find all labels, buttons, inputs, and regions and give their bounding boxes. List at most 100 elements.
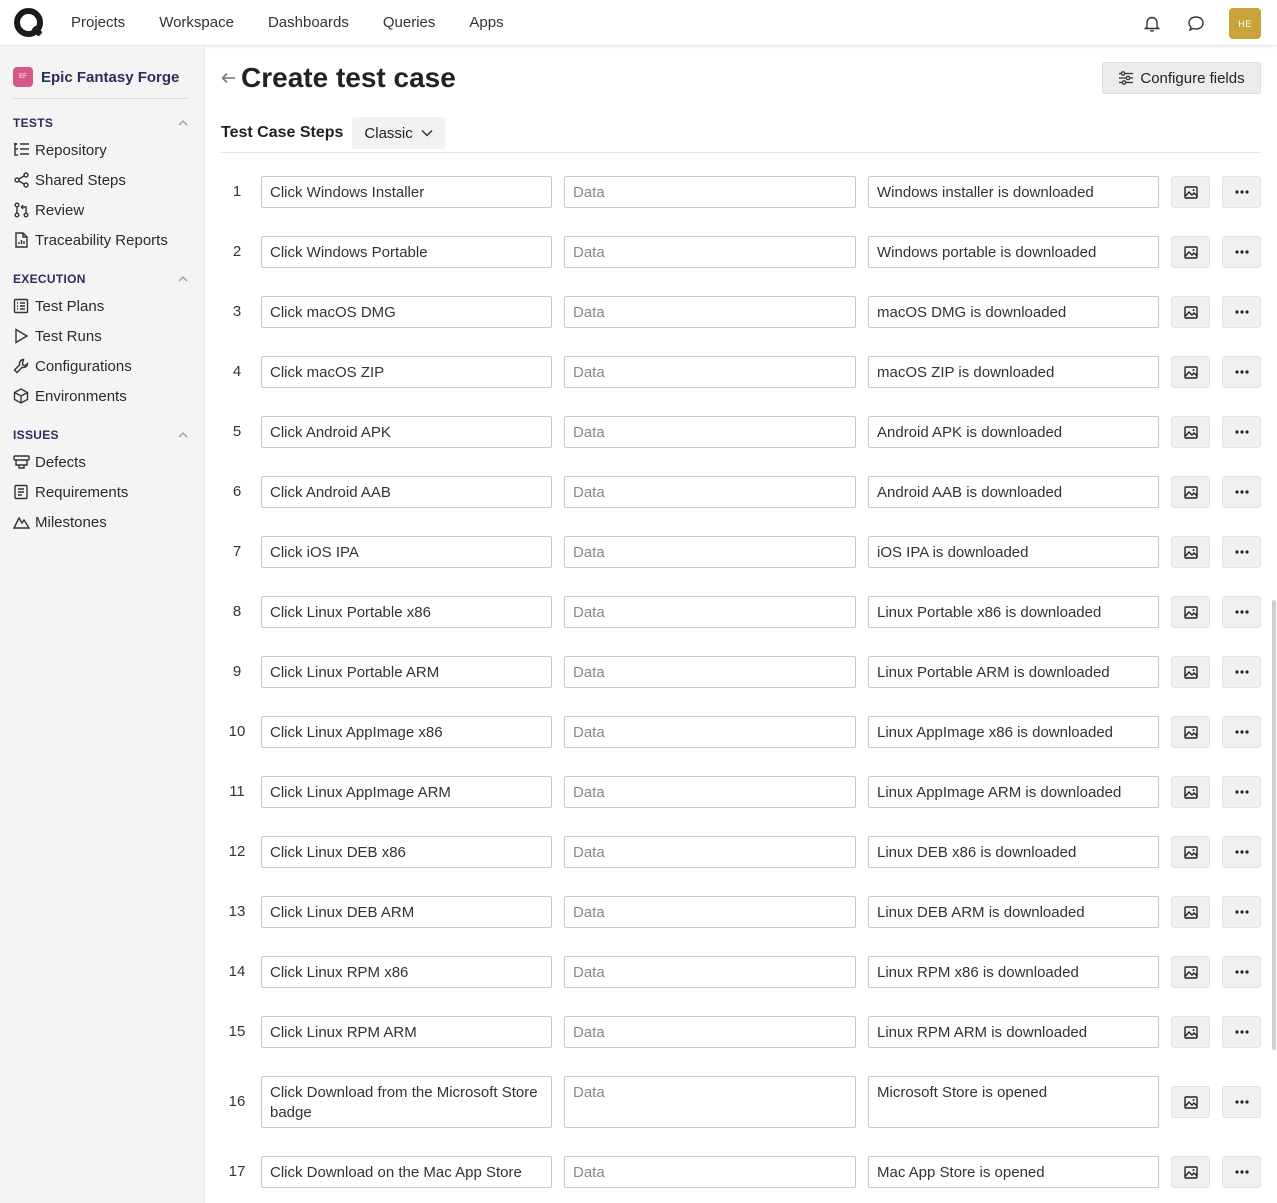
step-expected-result-input[interactable]: Windows installer is downloaded (868, 176, 1159, 208)
step-action-input[interactable]: Click Linux DEB x86 (261, 836, 552, 868)
step-action-input[interactable]: Click Linux RPM x86 (261, 956, 552, 988)
step-attach-image-button[interactable] (1171, 176, 1210, 208)
step-more-options-button[interactable] (1222, 1086, 1261, 1118)
step-more-options-button[interactable] (1222, 716, 1261, 748)
step-expected-result-input[interactable]: Mac App Store is opened (868, 1156, 1159, 1188)
step-expected-result-input[interactable]: Windows portable is downloaded (868, 236, 1159, 268)
section-tests-header[interactable]: TESTS (13, 115, 188, 131)
step-action-input[interactable]: Click Download on the Mac App Store (261, 1156, 552, 1188)
step-more-options-button[interactable] (1222, 956, 1261, 988)
step-expected-result-input[interactable]: Linux AppImage ARM is downloaded (868, 776, 1159, 808)
step-more-options-button[interactable] (1222, 536, 1261, 568)
step-attach-image-button[interactable] (1171, 416, 1210, 448)
step-data-input[interactable]: Data (564, 1156, 856, 1188)
sidebar-item-milestones[interactable]: Milestones (0, 507, 204, 537)
step-action-input[interactable]: Click Linux RPM ARM (261, 1016, 552, 1048)
step-more-options-button[interactable] (1222, 1016, 1261, 1048)
bell-icon[interactable] (1141, 13, 1163, 35)
step-attach-image-button[interactable] (1171, 476, 1210, 508)
nav-dashboards[interactable]: Dashboards (268, 14, 349, 31)
step-action-input[interactable]: Click Linux AppImage ARM (261, 776, 552, 808)
configure-fields-button[interactable]: Configure fields (1102, 62, 1261, 94)
avatar[interactable]: HE (1229, 8, 1261, 39)
step-action-input[interactable]: Click Windows Installer (261, 176, 552, 208)
step-expected-result-input[interactable]: Linux AppImage x86 is downloaded (868, 716, 1159, 748)
sidebar-item-defects[interactable]: Defects (0, 447, 204, 477)
sidebar-item-repository[interactable]: Repository (0, 135, 204, 165)
step-attach-image-button[interactable] (1171, 536, 1210, 568)
step-attach-image-button[interactable] (1171, 296, 1210, 328)
sidebar-item-requirements[interactable]: Requirements (0, 477, 204, 507)
nav-workspace[interactable]: Workspace (159, 14, 234, 31)
step-more-options-button[interactable] (1222, 596, 1261, 628)
step-more-options-button[interactable] (1222, 656, 1261, 688)
step-action-input[interactable]: Click macOS DMG (261, 296, 552, 328)
step-action-input[interactable]: Click macOS ZIP (261, 356, 552, 388)
step-expected-result-input[interactable]: Linux DEB x86 is downloaded (868, 836, 1159, 868)
step-attach-image-button[interactable] (1171, 1016, 1210, 1048)
sidebar-item-review[interactable]: Review (0, 195, 204, 225)
step-expected-result-input[interactable]: Linux Portable ARM is downloaded (868, 656, 1159, 688)
sidebar-item-shared-steps[interactable]: Shared Steps (0, 165, 204, 195)
sidebar-item-test-plans[interactable]: Test Plans (0, 291, 204, 321)
step-data-input[interactable]: Data (564, 356, 856, 388)
sidebar-item-test-runs[interactable]: Test Runs (0, 321, 204, 351)
nav-apps[interactable]: Apps (469, 14, 503, 31)
step-more-options-button[interactable] (1222, 356, 1261, 388)
page-scrollbar[interactable] (1272, 600, 1276, 1050)
chat-icon[interactable] (1185, 13, 1207, 35)
section-execution-header[interactable]: EXECUTION (13, 271, 188, 287)
step-data-input[interactable]: Data (564, 776, 856, 808)
step-attach-image-button[interactable] (1171, 896, 1210, 928)
app-logo-icon[interactable] (14, 7, 44, 38)
step-data-input[interactable]: Data (564, 416, 856, 448)
step-action-input[interactable]: Click Linux AppImage x86 (261, 716, 552, 748)
step-data-input[interactable]: Data (564, 236, 856, 268)
step-expected-result-input[interactable]: Linux Portable x86 is downloaded (868, 596, 1159, 628)
sidebar-item-traceability-reports[interactable]: Traceability Reports (0, 225, 204, 255)
step-data-input[interactable]: Data (564, 1016, 856, 1048)
step-more-options-button[interactable] (1222, 836, 1261, 868)
step-expected-result-input[interactable]: iOS IPA is downloaded (868, 536, 1159, 568)
step-more-options-button[interactable] (1222, 776, 1261, 808)
step-expected-result-input[interactable]: Android AAB is downloaded (868, 476, 1159, 508)
step-data-input[interactable]: Data (564, 476, 856, 508)
step-attach-image-button[interactable] (1171, 836, 1210, 868)
step-attach-image-button[interactable] (1171, 1156, 1210, 1188)
step-data-input[interactable]: Data (564, 1076, 856, 1128)
step-expected-result-input[interactable]: Android APK is downloaded (868, 416, 1159, 448)
step-attach-image-button[interactable] (1171, 1086, 1210, 1118)
step-expected-result-input[interactable]: Linux RPM ARM is downloaded (868, 1016, 1159, 1048)
step-data-input[interactable]: Data (564, 176, 856, 208)
step-data-input[interactable]: Data (564, 536, 856, 568)
step-action-input[interactable]: Click Linux DEB ARM (261, 896, 552, 928)
step-action-input[interactable]: Click Android APK (261, 416, 552, 448)
step-more-options-button[interactable] (1222, 476, 1261, 508)
step-action-input[interactable]: Click Download from the Microsoft Store … (261, 1076, 552, 1128)
steps-mode-select[interactable]: Classic (352, 117, 445, 149)
project-switcher[interactable]: EF Epic Fantasy Forge (13, 66, 204, 88)
step-attach-image-button[interactable] (1171, 596, 1210, 628)
step-attach-image-button[interactable] (1171, 956, 1210, 988)
nav-projects[interactable]: Projects (71, 14, 125, 31)
step-expected-result-input[interactable]: macOS DMG is downloaded (868, 296, 1159, 328)
step-more-options-button[interactable] (1222, 176, 1261, 208)
sidebar-item-configurations[interactable]: Configurations (0, 351, 204, 381)
arrow-left-icon[interactable] (221, 70, 237, 86)
step-action-input[interactable]: Click Android AAB (261, 476, 552, 508)
step-data-input[interactable]: Data (564, 896, 856, 928)
step-data-input[interactable]: Data (564, 716, 856, 748)
step-more-options-button[interactable] (1222, 1156, 1261, 1188)
step-attach-image-button[interactable] (1171, 716, 1210, 748)
step-expected-result-input[interactable]: Microsoft Store is opened (868, 1076, 1159, 1128)
step-action-input[interactable]: Click Linux Portable ARM (261, 656, 552, 688)
step-data-input[interactable]: Data (564, 596, 856, 628)
step-action-input[interactable]: Click iOS IPA (261, 536, 552, 568)
step-more-options-button[interactable] (1222, 896, 1261, 928)
step-expected-result-input[interactable]: Linux DEB ARM is downloaded (868, 896, 1159, 928)
step-action-input[interactable]: Click Linux Portable x86 (261, 596, 552, 628)
step-attach-image-button[interactable] (1171, 356, 1210, 388)
step-action-input[interactable]: Click Windows Portable (261, 236, 552, 268)
step-more-options-button[interactable] (1222, 296, 1261, 328)
step-more-options-button[interactable] (1222, 236, 1261, 268)
